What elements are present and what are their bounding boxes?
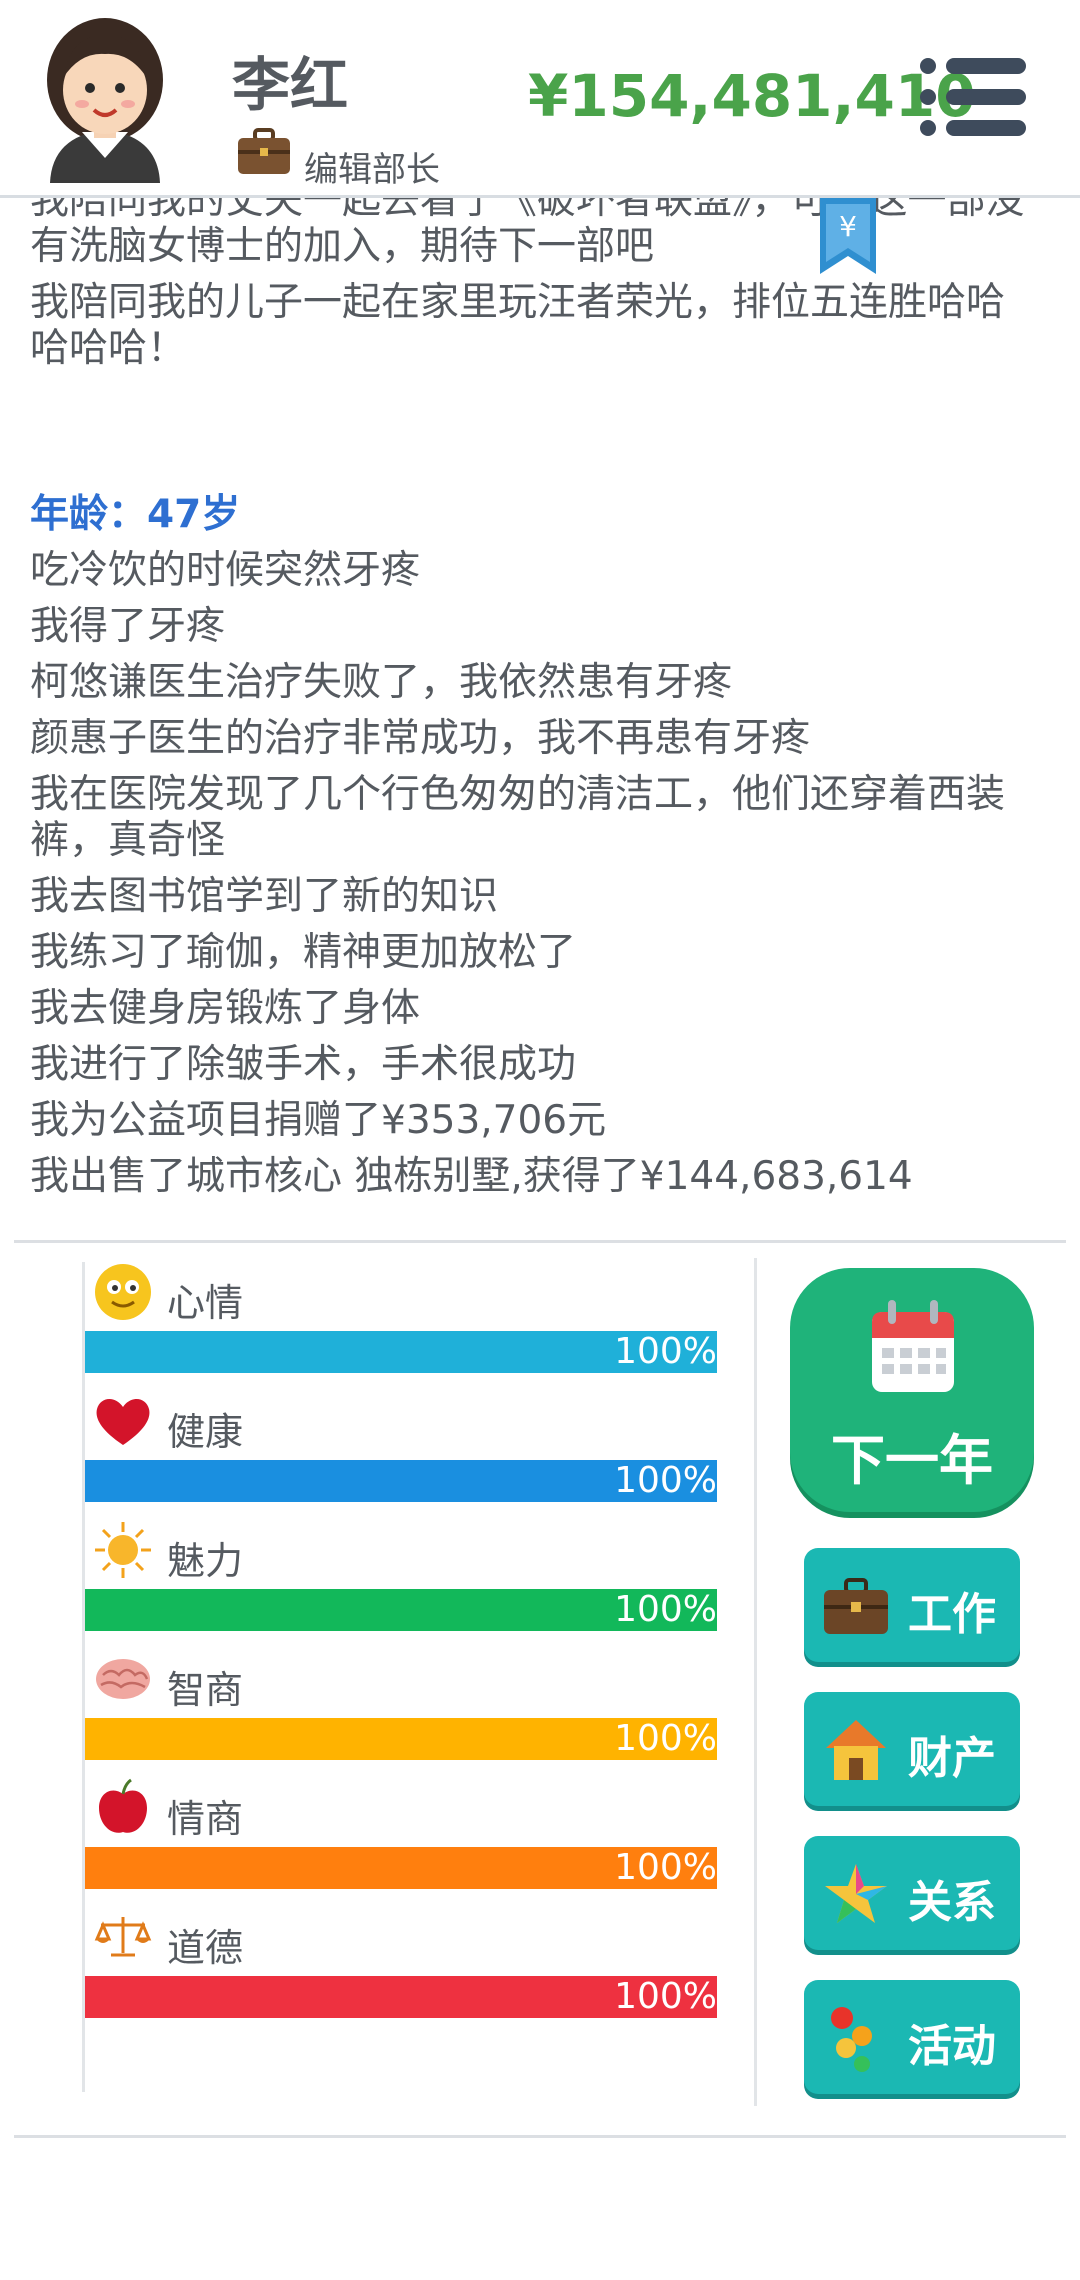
morality-value: 100% [614,1976,717,2017]
log-line: 我为公益项目捐赠了¥353,706元 [30,1098,607,1143]
iq-value: 100% [614,1718,717,1759]
stat-label: 道德 [167,1926,244,1970]
menu-icon[interactable] [918,52,1028,142]
health-value: 100% [614,1460,717,1501]
log-line: 吃冷饮的时候突然牙疼 [30,548,421,593]
next-year-button[interactable]: 下一年 [790,1268,1034,1512]
log-line: 我练习了瑜伽，精神更加放松了 [30,930,577,975]
briefcase-icon [238,128,290,174]
stat-label: 心情 [167,1281,244,1325]
divider [14,2135,1066,2138]
divider [14,1240,1066,1243]
stat-label: 情商 [167,1797,244,1841]
next-year-label: 下一年 [831,1429,993,1492]
eq-bar: 100% [85,1847,717,1889]
log-line: 我去图书馆学到了新的知识 [30,874,499,919]
heart-icon [96,1398,150,1445]
job-title: 编辑部长 [304,150,440,190]
relations-label: 关系 [908,1877,996,1928]
top-header: 李红 编辑部长 ¥154,481,410 [0,0,1080,198]
health-bar: 100% [85,1460,717,1502]
event-log[interactable]: 我陪同我的丈夫一起去看了《破坏者联盟》，可惜这一部没有洗脑女博士的加入，期待下一… [0,198,1080,1240]
star-icon [825,1864,887,1923]
activities-label: 活动 [908,2021,996,2072]
money-balance: ¥154,481,410 [528,62,976,130]
stat-label: 魅力 [167,1539,244,1583]
log-line: 我陪同我的丈夫一起去看了《破坏者联盟》，可惜这一部没有洗脑女博士的加入，期待下一… [30,198,1025,269]
relations-button[interactable]: 关系 [804,1836,1020,1950]
property-label: 财产 [908,1733,996,1784]
log-line: 我陪同我的儿子一起在家里玩汪者荣光，排位五连胜哈哈哈哈哈！ [30,280,1006,371]
dots-icon [831,2007,872,2072]
charm-bar: 100% [85,1589,717,1631]
log-line: 我出售了城市核心 独栋别墅,获得了¥144,683,614 [30,1154,913,1199]
activities-button[interactable]: 活动 [804,1980,1020,2094]
morality-bar: 100% [85,1976,717,2018]
log-line: 我去健身房锻炼了身体 [30,986,421,1031]
log-line: 柯悠谦医生治疗失败了，我依然患有牙疼 [30,660,733,705]
donation-bookmark-icon[interactable]: ¥ [818,198,878,274]
charm-value: 100% [614,1589,717,1630]
scales-icon [94,1917,152,1957]
mood-bar: 100% [85,1331,717,1373]
apple-icon [99,1778,147,1833]
stat-mood: 心情 100% [85,1262,725,1391]
briefcase-icon [824,1578,888,1634]
stat-label: 智商 [167,1668,244,1712]
stat-iq: 智商 100% [85,1649,725,1778]
log-line: 我进行了除皱手术，手术很成功 [30,1042,577,1087]
property-button[interactable]: 财产 [804,1692,1020,1806]
panel-divider [754,1258,757,2106]
svg-text:¥: ¥ [839,210,857,243]
brain-icon [96,1659,150,1699]
age-heading: 年龄：47岁 [30,492,241,537]
avatar[interactable] [30,8,180,183]
sun-icon [95,1522,151,1578]
stat-label: 健康 [167,1410,244,1454]
stat-morality: 道德 100% [85,1907,725,2036]
calendar-icon [872,1300,954,1392]
stat-eq: 情商 100% [85,1778,725,1907]
log-line: 我在医院发现了几个行色匆匆的清洁工，他们还穿着西装裤，真奇怪 [30,772,1006,863]
stats-panel: 心情 100% 健康 100% 魅力 100% 智商 100% 情商 100% … [82,1262,722,2092]
house-icon [826,1720,886,1780]
work-label: 工作 [908,1589,996,1640]
log-line: 颜惠子医生的治疗非常成功，我不再患有牙疼 [30,716,811,761]
stat-charm: 魅力 100% [85,1520,725,1649]
mood-value: 100% [614,1331,717,1372]
eq-value: 100% [614,1847,717,1888]
log-line: 我得了牙疼 [30,604,226,649]
stat-health: 健康 100% [85,1391,725,1520]
iq-bar: 100% [85,1718,717,1760]
work-button[interactable]: 工作 [804,1548,1020,1662]
character-name: 李红 [232,51,349,119]
smiley-icon [95,1264,151,1320]
event-log-content: 我陪同我的丈夫一起去看了《破坏者联盟》，可惜这一部没有洗脑女博士的加入，期待下一… [30,198,1040,1210]
